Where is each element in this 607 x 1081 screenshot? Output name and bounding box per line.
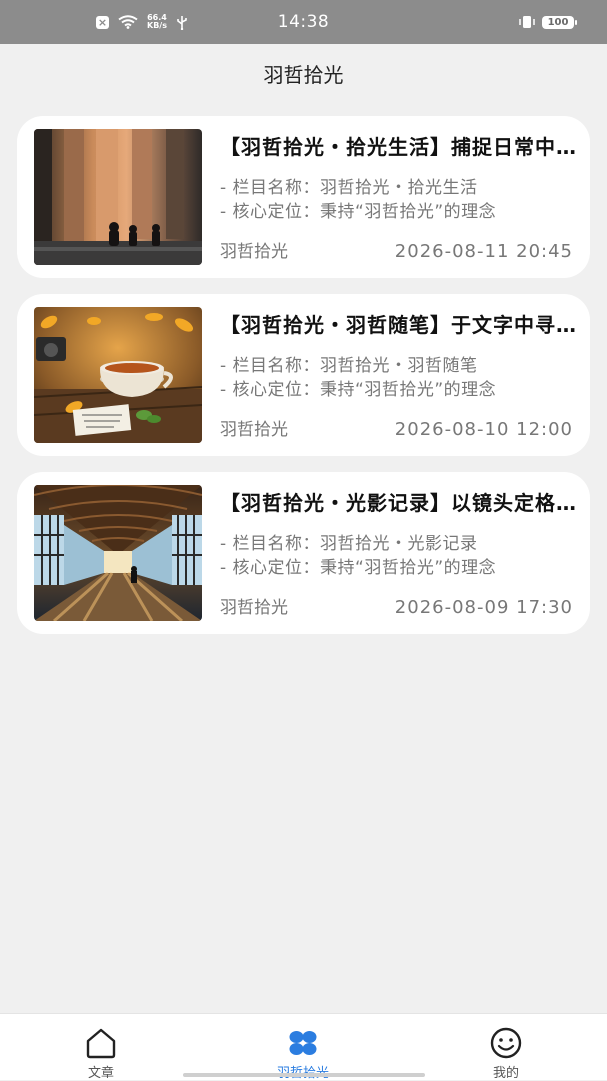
vibrate-icon bbox=[519, 16, 535, 28]
tab-mine[interactable]: 我的 bbox=[446, 1014, 566, 1081]
battery-icon: 100 bbox=[542, 15, 577, 29]
tab-mine-label: 我的 bbox=[492, 1066, 519, 1081]
article-column-line: - 栏目名称：羽哲拾光・光影记录 bbox=[220, 534, 478, 554]
article-thumbnail bbox=[34, 307, 202, 443]
article-list: 【羽哲拾光・拾光生活】捕捉日常中的温暖瞬间 - 栏目名称：羽哲拾光・拾光生活 -… bbox=[17, 116, 590, 650]
article-summary: - 栏目名称：羽哲拾光・羽哲随笔 - 核心定位：秉持“羽哲拾光”的理念 bbox=[220, 354, 576, 402]
article-title: 【羽哲拾光・拾光生活】捕捉日常中的温暖瞬间 bbox=[220, 135, 576, 159]
bottom-navigation: 文章 羽哲拾光 我的 bbox=[0, 1013, 607, 1081]
article-author: 羽哲拾光 bbox=[220, 598, 288, 618]
article-card[interactable]: 【羽哲拾光・羽哲随笔】于文字中寻找心灵栖息 - 栏目名称：羽哲拾光・羽哲随笔 -… bbox=[17, 294, 590, 456]
article-title: 【羽哲拾光・光影记录】以镜头定格时光 bbox=[220, 491, 576, 515]
status-time: 14:38 bbox=[277, 12, 330, 32]
article-thumbnail bbox=[34, 485, 202, 621]
status-bar-right: 100 bbox=[518, 0, 577, 44]
article-card[interactable]: 【羽哲拾光・光影记录】以镜头定格时光 - 栏目名称：羽哲拾光・光影记录 - 核心… bbox=[17, 472, 590, 634]
tab-yuzhe-shiguang[interactable]: 羽哲拾光 bbox=[243, 1014, 363, 1081]
colonnade-image bbox=[34, 129, 202, 265]
article-column-line: - 栏目名称：羽哲拾光・羽哲随笔 bbox=[220, 356, 478, 376]
article-date: 2026-08-09 17:30 bbox=[394, 597, 573, 618]
article-thumbnail bbox=[34, 129, 202, 265]
article-position-line: - 核心定位：秉持“羽哲拾光”的理念 bbox=[220, 380, 497, 400]
status-bar: × 66.4 KB/s 14:38 100 bbox=[0, 0, 607, 44]
article-position-line: - 核心定位：秉持“羽哲拾光”的理念 bbox=[220, 558, 497, 578]
article-column-line: - 栏目名称：羽哲拾光・拾光生活 bbox=[220, 178, 478, 198]
four-petal-icon bbox=[289, 1031, 317, 1055]
article-author: 羽哲拾光 bbox=[220, 242, 288, 262]
article-card[interactable]: 【羽哲拾光・拾光生活】捕捉日常中的温暖瞬间 - 栏目名称：羽哲拾光・拾光生活 -… bbox=[17, 116, 590, 278]
tea-cup-image bbox=[34, 307, 202, 443]
article-summary: - 栏目名称：羽哲拾光・光影记录 - 核心定位：秉持“羽哲拾光”的理念 bbox=[220, 532, 576, 580]
home-outline-icon bbox=[86, 1028, 116, 1059]
home-indicator[interactable] bbox=[183, 1073, 425, 1077]
status-time-wrap: 14:38 bbox=[0, 0, 607, 44]
tab-yuzhe-shiguang-label: 羽哲拾光 bbox=[243, 1062, 363, 1081]
tab-articles-label: 文章 bbox=[87, 1066, 114, 1081]
article-summary: - 栏目名称：羽哲拾光・拾光生活 - 核心定位：秉持“羽哲拾光”的理念 bbox=[220, 176, 576, 224]
article-author: 羽哲拾光 bbox=[220, 420, 288, 440]
article-date: 2026-08-11 20:45 bbox=[394, 241, 573, 262]
smiley-icon bbox=[490, 1027, 522, 1059]
article-title: 【羽哲拾光・羽哲随笔】于文字中寻找心灵栖息 bbox=[220, 313, 576, 337]
page-title: 羽哲拾光 bbox=[263, 63, 344, 87]
article-position-line: - 核心定位：秉持“羽哲拾光”的理念 bbox=[220, 202, 497, 222]
tab-articles[interactable]: 文章 bbox=[41, 1014, 161, 1081]
article-date: 2026-08-10 12:00 bbox=[394, 419, 573, 440]
corridor-image bbox=[34, 485, 202, 621]
battery-level: 100 bbox=[547, 16, 569, 28]
